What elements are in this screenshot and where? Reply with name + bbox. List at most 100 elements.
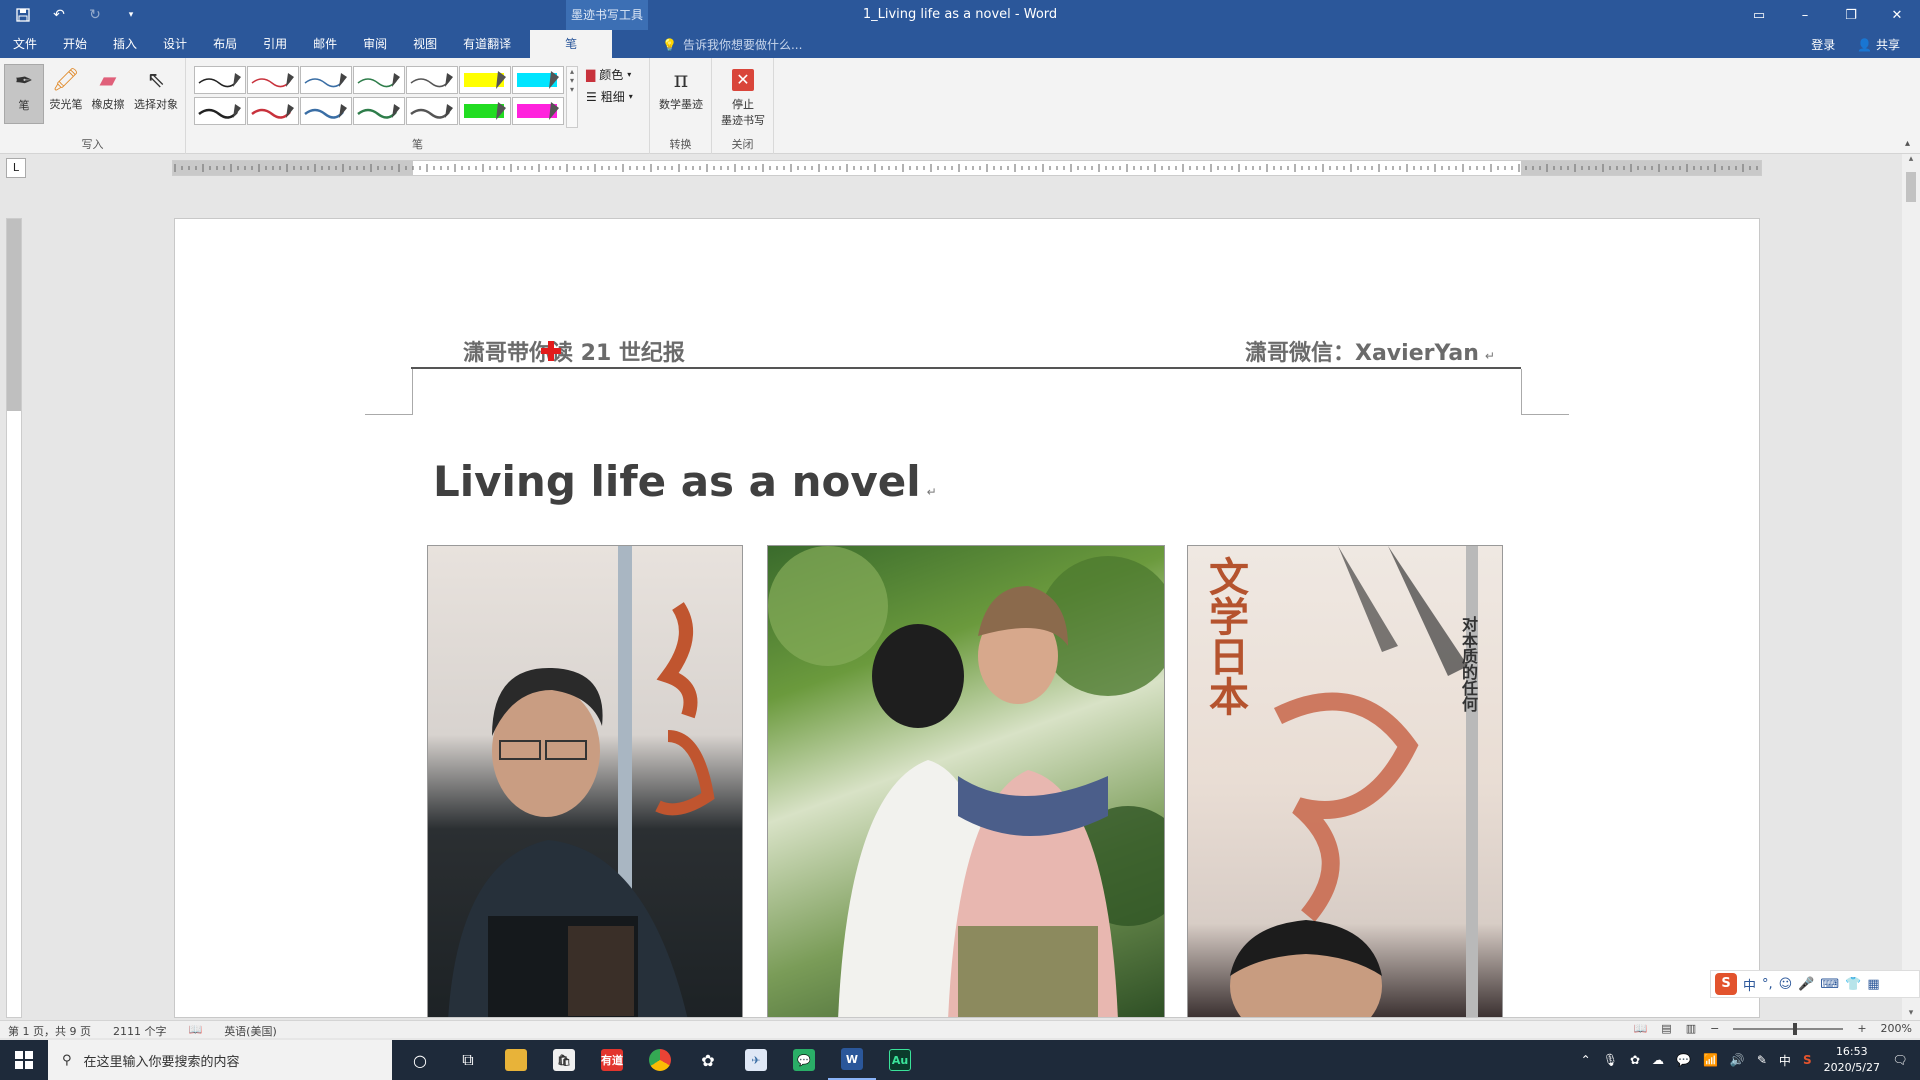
language-status[interactable]: 英语(美国) xyxy=(224,1023,277,1039)
word-count[interactable]: 2111 个字 xyxy=(113,1023,167,1039)
microphone-tray-icon[interactable]: 🎙 xyxy=(1603,1053,1618,1067)
word-icon[interactable]: W xyxy=(828,1040,876,1080)
wechat-tray-icon[interactable]: 💬 xyxy=(1676,1053,1691,1067)
pen-swatch[interactable] xyxy=(194,97,246,125)
pen-swatch[interactable] xyxy=(300,66,352,94)
ime-toolbar[interactable]: S 中 °, ☺ 🎤 ⌨ 👕 ▦ xyxy=(1710,970,1920,998)
ink-to-math-button[interactable]: π 数学墨迹 xyxy=(654,64,708,124)
pen-swatch[interactable] xyxy=(512,66,564,94)
stop-inking-button[interactable]: ✕ 停止 墨迹书写 xyxy=(716,64,770,127)
keyboard-icon[interactable]: ⌨ xyxy=(1820,977,1839,992)
file-explorer-icon[interactable] xyxy=(492,1040,540,1080)
skin-icon[interactable]: 👕 xyxy=(1845,977,1861,992)
close-button[interactable]: ✕ xyxy=(1874,0,1920,30)
document-page[interactable]: 潇哥带你读 21 世纪报 潇哥微信：XavierYan ↵ Living life… xyxy=(174,218,1760,1018)
ime-language[interactable]: 中 xyxy=(1743,975,1756,994)
photo-two-people-laughing[interactable] xyxy=(767,545,1165,1017)
action-center-icon[interactable]: 🗨 xyxy=(1880,1040,1920,1080)
minimize-button[interactable]: – xyxy=(1782,0,1828,30)
task-view-icon[interactable]: ⧉ xyxy=(444,1040,492,1080)
web-layout-icon[interactable]: ▥ xyxy=(1686,1022,1696,1035)
scroll-up-icon[interactable]: ▴ xyxy=(1902,154,1920,164)
microphone-icon[interactable]: 🎤 xyxy=(1798,977,1814,992)
show-hidden-icons-icon[interactable]: ⌃ xyxy=(1581,1053,1591,1067)
pen-swatch[interactable] xyxy=(512,97,564,125)
pen-swatch[interactable] xyxy=(459,66,511,94)
thickness-dropdown[interactable]: ☰ 粗细 ▾ xyxy=(586,88,633,105)
collapse-ribbon-icon[interactable]: ▴ xyxy=(1905,138,1910,149)
bird-app-icon[interactable]: ✈ xyxy=(732,1040,780,1080)
photo-man-reading[interactable] xyxy=(427,545,743,1017)
store-icon[interactable]: 🛍 xyxy=(540,1040,588,1080)
pen-swatch[interactable] xyxy=(247,66,299,94)
pen-swatch[interactable] xyxy=(459,97,511,125)
tab-selector[interactable]: L xyxy=(6,158,26,178)
horizontal-ruler[interactable] xyxy=(172,160,1762,176)
volume-icon[interactable]: 🔊 xyxy=(1730,1053,1745,1067)
wechat-icon[interactable]: 💬 xyxy=(780,1040,828,1080)
vertical-ruler[interactable] xyxy=(6,218,22,1018)
pen-tray-icon[interactable]: ✎ xyxy=(1757,1053,1767,1067)
tray-language[interactable]: 中 xyxy=(1779,1052,1791,1069)
tab-home[interactable]: 开始 xyxy=(50,30,100,58)
pen-button[interactable]: ✒ 笔 xyxy=(4,64,44,124)
tab-insert[interactable]: 插入 xyxy=(100,30,150,58)
pen-swatch[interactable] xyxy=(300,97,352,125)
punctuation-icon[interactable]: °, xyxy=(1762,977,1773,992)
pen-swatch[interactable] xyxy=(194,66,246,94)
windows-start-icon[interactable] xyxy=(0,1040,48,1080)
document-heading[interactable]: Living life as a novel ↵ xyxy=(433,457,937,506)
photo-literature-poster[interactable]: 文学日本 对本质的任何 xyxy=(1187,545,1503,1017)
restore-button[interactable]: ❐ xyxy=(1828,0,1874,30)
grid-menu-icon[interactable]: ▦ xyxy=(1867,977,1879,992)
pen-swatch[interactable] xyxy=(406,66,458,94)
tab-pens[interactable]: 笔 xyxy=(530,30,613,58)
zoom-slider[interactable] xyxy=(1733,1022,1844,1035)
tell-me-box[interactable]: 💡 告诉我你想要做什么... xyxy=(662,36,802,53)
pen-swatch[interactable] xyxy=(353,66,405,94)
share-button[interactable]: 👤 共享 xyxy=(1857,36,1900,53)
pen-swatch[interactable] xyxy=(406,97,458,125)
page-count[interactable]: 第 1 页，共 9 页 xyxy=(8,1023,91,1039)
scrollbar-thumb[interactable] xyxy=(1906,172,1916,202)
header-right[interactable]: 潇哥微信：XavierYan ↵ xyxy=(1245,335,1495,367)
zoom-slider-thumb[interactable] xyxy=(1793,1022,1798,1035)
zoom-out-icon[interactable]: − xyxy=(1710,1022,1719,1035)
pen-swatch[interactable] xyxy=(247,97,299,125)
emoji-icon[interactable]: ☺ xyxy=(1779,977,1793,992)
flower-app-icon[interactable]: ✿ xyxy=(684,1040,732,1080)
sign-in-link[interactable]: 登录 xyxy=(1811,36,1835,53)
onedrive-icon[interactable]: ☁ xyxy=(1652,1053,1664,1067)
select-objects-button[interactable]: ⇖ 选择对象 xyxy=(130,64,182,124)
tab-layout[interactable]: 布局 xyxy=(200,30,250,58)
tab-review[interactable]: 审阅 xyxy=(350,30,400,58)
color-dropdown[interactable]: ▇ 颜色 ▾ xyxy=(586,66,631,83)
tab-references[interactable]: 引用 xyxy=(250,30,300,58)
highlighter-button[interactable]: 🖍 荧光笔 xyxy=(46,64,86,124)
print-layout-icon[interactable]: ▤ xyxy=(1661,1022,1671,1035)
app-tray-icon[interactable]: ✿ xyxy=(1630,1053,1640,1067)
ribbon-display-options-icon[interactable]: ▭ xyxy=(1736,0,1782,30)
scroll-down-icon[interactable]: ▾ xyxy=(1902,1008,1920,1018)
header-left[interactable]: 潇哥带你读 21 世纪报 xyxy=(463,335,685,367)
network-icon[interactable]: 📶 xyxy=(1703,1053,1718,1067)
taskbar-search-box[interactable]: ⚲ 在这里输入你要搜索的内容 xyxy=(48,1040,392,1080)
tab-youdao-translate[interactable]: 有道翻译 xyxy=(450,30,524,58)
eraser-button[interactable]: ▰ 橡皮擦 xyxy=(88,64,128,124)
sogou-tray-icon[interactable]: S xyxy=(1803,1053,1812,1067)
read-mode-icon[interactable]: 📖 xyxy=(1634,1022,1648,1035)
chrome-icon[interactable] xyxy=(636,1040,684,1080)
cortana-icon[interactable]: ○ xyxy=(396,1040,444,1080)
zoom-level[interactable]: 200% xyxy=(1881,1022,1912,1035)
tab-design[interactable]: 设计 xyxy=(150,30,200,58)
youdao-dict-icon[interactable]: 有道 xyxy=(588,1040,636,1080)
zoom-in-icon[interactable]: + xyxy=(1857,1022,1866,1035)
audition-icon[interactable]: Au xyxy=(876,1040,924,1080)
tab-mailings[interactable]: 邮件 xyxy=(300,30,350,58)
tab-view[interactable]: 视图 xyxy=(400,30,450,58)
pen-swatch[interactable] xyxy=(353,97,405,125)
clock[interactable]: 16:53 2020/5/27 xyxy=(1824,1044,1880,1076)
vertical-scrollbar[interactable]: ▴ ▾ xyxy=(1902,154,1920,1020)
gallery-scroll[interactable]: ▴ ▾ ▾ xyxy=(566,66,578,128)
proofing-icon[interactable]: 📖 xyxy=(188,1023,202,1039)
